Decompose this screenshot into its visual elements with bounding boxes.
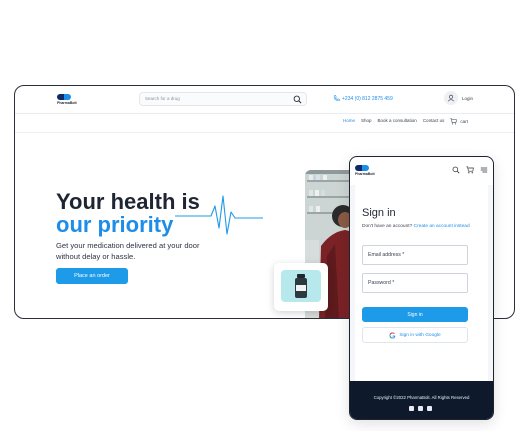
pill-logo-icon	[355, 165, 369, 171]
search-icon[interactable]	[293, 95, 302, 104]
cart-icon[interactable]	[466, 166, 474, 174]
signin-button[interactable]: Sign in	[362, 307, 468, 322]
email-placeholder: Email address *	[368, 252, 405, 258]
desktop-header: PharmaBolt Search for a drug +234 (0) 81…	[15, 86, 514, 114]
nav-item-shop[interactable]: Shop	[361, 118, 372, 125]
social-links	[409, 406, 432, 411]
google-signin-button[interactable]: Sign in with Google	[362, 327, 468, 343]
password-placeholder: Password *	[368, 280, 395, 286]
phone-contact[interactable]: +234 (0) 812 2875 459	[333, 95, 393, 102]
login-button[interactable]: Login	[444, 91, 473, 105]
logo-text: PharmaBolt	[57, 101, 77, 105]
footer-copyright: Copyright ©2022 PharmaBolt. All Rights R…	[373, 395, 470, 400]
avatar	[444, 91, 458, 105]
pill-logo-icon	[57, 94, 71, 100]
phone-icon	[333, 95, 340, 102]
menu-icon[interactable]	[480, 166, 488, 174]
search-input[interactable]: Search for a drug	[139, 92, 307, 106]
email-field[interactable]: Email address *	[362, 245, 468, 265]
hero-subtitle: Get your medication delivered at your do…	[56, 241, 200, 261]
nav-item-consultation[interactable]: Book a consultation	[378, 118, 417, 125]
mobile-header-icons	[452, 166, 488, 174]
mobile-footer: Copyright ©2022 PharmaBolt. All Rights R…	[350, 381, 493, 419]
desktop-nav: Home Shop Book a consultation Contact us…	[343, 118, 468, 125]
nav-item-contact[interactable]: Contact us	[423, 118, 445, 125]
phone-number: +234 (0) 812 2875 459	[342, 95, 393, 102]
header-divider	[15, 132, 514, 133]
nav-item-cart[interactable]: cart	[450, 118, 468, 125]
desktop-logo[interactable]: PharmaBolt	[57, 94, 77, 105]
signin-subtitle-text: Don't have an account?	[362, 224, 413, 229]
heartbeat-line-icon	[175, 195, 263, 235]
showcase-stage: PharmaBolt Search for a drug +234 (0) 81…	[0, 0, 529, 431]
nav-item-home[interactable]: Home	[343, 118, 355, 125]
create-account-link[interactable]: Create an account instead	[414, 224, 470, 229]
facebook-icon[interactable]	[409, 406, 414, 411]
medicine-bottle-image	[281, 270, 321, 302]
medicine-bottle-icon	[295, 274, 307, 298]
cart-icon	[450, 118, 458, 125]
cart-label: cart	[460, 119, 468, 124]
signin-card: Sign in Don't have an account? Create an…	[355, 185, 488, 381]
mobile-mockup: PharmaBolt Sign in Don't have an account…	[349, 156, 494, 420]
linkedin-icon[interactable]	[427, 406, 432, 411]
login-label: Login	[462, 95, 474, 101]
signin-subtitle: Don't have an account? Create an account…	[362, 223, 487, 230]
password-field[interactable]: Password *	[362, 273, 468, 293]
search-icon[interactable]	[452, 166, 460, 174]
twitter-icon[interactable]	[418, 406, 423, 411]
user-icon	[447, 94, 455, 102]
signin-section: Sign in Don't have an account? Create an…	[350, 185, 493, 381]
product-card[interactable]	[274, 263, 328, 311]
google-icon	[389, 332, 396, 338]
signin-title: Sign in	[362, 207, 396, 219]
place-order-button[interactable]: Place an order	[56, 268, 128, 284]
google-label: Sign in with Google	[399, 332, 441, 338]
mobile-logo[interactable]: PharmaBolt	[355, 165, 375, 176]
logo-text: PharmaBolt	[355, 172, 375, 176]
search-placeholder: Search for a drug	[145, 96, 180, 101]
